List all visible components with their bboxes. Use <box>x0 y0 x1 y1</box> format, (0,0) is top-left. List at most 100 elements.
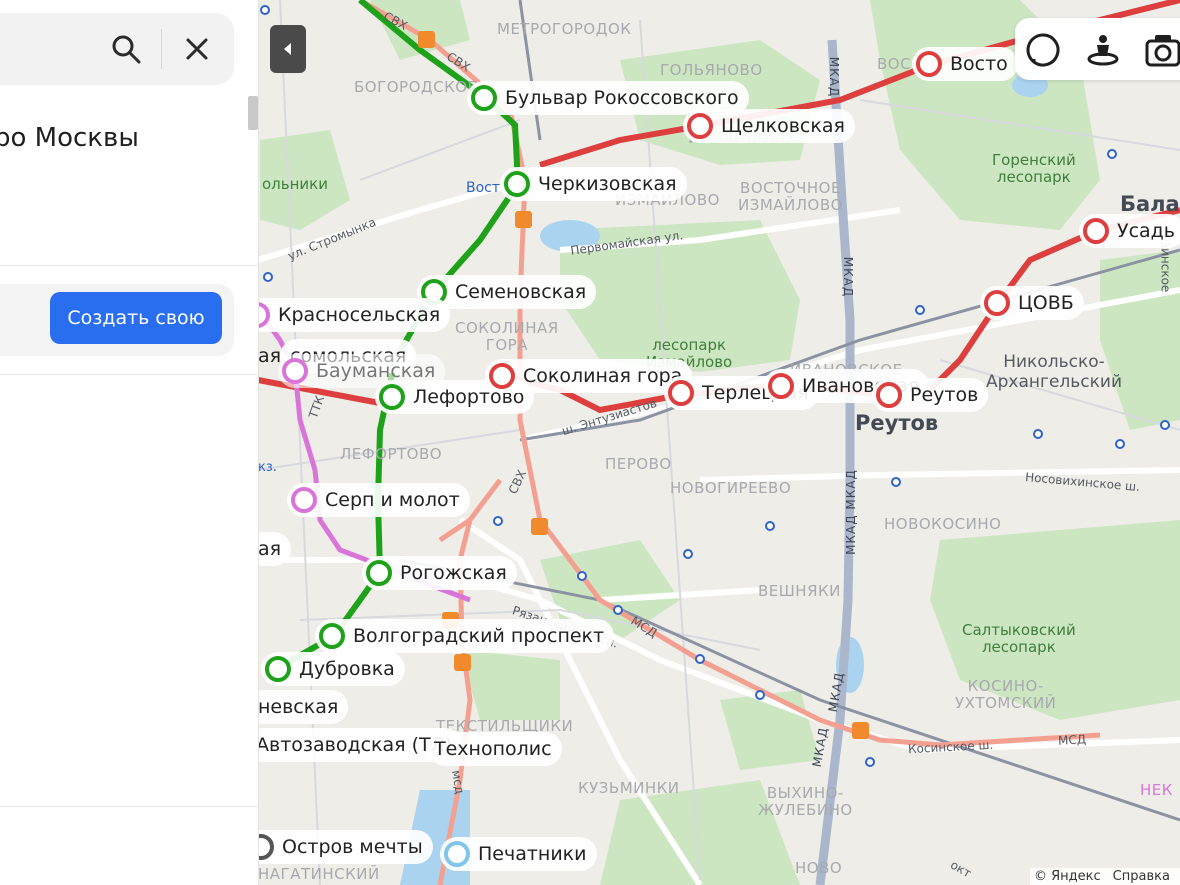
station-label: Восто <box>950 53 1008 75</box>
station-ring-icon <box>282 358 308 384</box>
district-label: МЕТРОГОРОДОК <box>497 20 632 38</box>
station-label: Дубровка <box>299 658 395 680</box>
sidebar-scrollbar[interactable] <box>248 96 258 130</box>
district-label: БОГОРОДСКОЕ <box>354 78 478 96</box>
station-label: Рогожская <box>400 562 507 584</box>
station-volgogradsky-prospekt[interactable]: Волгоградский проспект <box>315 619 615 653</box>
station-rogozhskaya[interactable]: Рогожская <box>362 556 517 590</box>
station-sokolinaya-gora[interactable]: Соколиная гора <box>485 359 693 393</box>
district-label: НАГАТИНСКИЙ <box>258 865 380 883</box>
town-label: Никольско- Архангельский <box>986 352 1122 392</box>
collapse-sidebar-button[interactable] <box>270 25 306 73</box>
district-label: КОСИНО- УХТОМСКИЙ <box>955 677 1057 712</box>
station-label: Волгоградский проспект <box>353 625 605 647</box>
station-label: Семеновская <box>455 281 587 303</box>
station-label: Серп и молот <box>325 489 460 511</box>
mkad-label: МКАД <box>841 256 856 298</box>
station-label: Черкизовская <box>538 173 677 195</box>
chevron-left-icon <box>284 43 291 55</box>
station-tsovb[interactable]: ЦОВБ <box>980 286 1084 320</box>
station-ring-icon <box>444 841 470 867</box>
copyright-link[interactable]: © Яндекс <box>1034 869 1101 884</box>
district-label: НОВОКОСИНО <box>884 515 1002 533</box>
station-label: невская <box>258 696 339 718</box>
station-ring-icon <box>291 487 317 513</box>
station-vostochnaya[interactable]: Восто <box>912 47 1018 81</box>
station-cherkizovskaya[interactable]: Черкизовская <box>500 167 687 201</box>
station-label: Бауманская <box>316 360 436 382</box>
city-label: Реутов <box>855 411 939 435</box>
station-label: ая <box>258 538 282 560</box>
station-krasnoselskaya[interactable]: Красносельская <box>240 298 451 332</box>
street-label: кз. <box>258 460 277 475</box>
divider <box>0 374 258 375</box>
search-bar[interactable] <box>0 13 234 85</box>
station-ring-icon <box>876 382 902 408</box>
district-label: НОВО <box>795 859 843 877</box>
map-attribution: © Яндекс Справка <box>1030 868 1180 885</box>
station-ring-icon <box>265 656 291 682</box>
station-pechatniki[interactable]: Печатники <box>440 837 597 871</box>
street-label: зинское <box>1158 241 1173 293</box>
station-label: ая <box>258 345 282 367</box>
station-ring-icon <box>504 171 530 197</box>
station-ring-icon <box>489 363 515 389</box>
photo-camera-icon[interactable] <box>1145 32 1180 68</box>
create-own-button[interactable]: Создать свою <box>50 292 222 344</box>
district-label: ВОСТОЧНОЕ ИЗМАЙЛОВО <box>738 179 843 214</box>
divider <box>0 265 258 266</box>
panorama-person-icon[interactable] <box>1085 32 1121 68</box>
station-ring-icon <box>687 113 713 139</box>
station-tekhnopolis[interactable]: Технополис <box>428 732 562 766</box>
district-label: ПЕРОВО <box>605 455 672 473</box>
sidebar-panel: ро Москвы Создать свою <box>0 0 259 885</box>
divider <box>0 806 258 807</box>
station-label: Автозаводская (ТЛ) <box>256 734 453 756</box>
station-ring-icon <box>916 51 942 77</box>
station-ostrov-mechty[interactable]: Остров мечты <box>244 830 433 864</box>
district-label: ГОЛЬЯНОВО <box>660 61 763 79</box>
station-ring-icon <box>471 85 497 111</box>
street-label: Вост <box>466 180 501 196</box>
search-divider <box>161 29 162 69</box>
mkad-label: МКАД МКАД <box>843 469 858 555</box>
district-label: НЕК <box>1140 781 1173 799</box>
close-icon[interactable] <box>184 36 210 62</box>
station-label: Усадь <box>1117 220 1176 242</box>
station-ring-icon <box>319 623 345 649</box>
park-label: Горенский лесопарк <box>992 151 1076 186</box>
station-nevskaya[interactable]: невская <box>246 690 349 724</box>
station-ring-icon <box>984 290 1010 316</box>
traffic-layer-icon[interactable] <box>1025 32 1061 68</box>
station-reutov[interactable]: Реутов <box>872 378 989 412</box>
station-ring-icon <box>668 380 694 406</box>
street-label: МСД <box>1057 732 1087 748</box>
mkad-label: МКАД <box>827 56 842 98</box>
station-ring-icon <box>768 373 794 399</box>
city-label: Бала <box>1120 192 1180 216</box>
station-label: Соколиная гора <box>523 365 683 387</box>
district-label: СОКОЛИНАЯ ГОРА <box>455 319 559 354</box>
search-icon[interactable] <box>110 33 142 65</box>
park-label: Салтыковский лесопарк <box>962 621 1076 656</box>
station-shchelkovskaya[interactable]: Щелковская <box>683 109 855 143</box>
station-label: Щелковская <box>721 115 845 137</box>
district-label: НОВОГИРЕЕВО <box>670 479 792 497</box>
help-link[interactable]: Справка <box>1113 869 1170 884</box>
district-label: ЛЕФОРТОВО <box>340 445 443 463</box>
station-dubrovka[interactable]: Дубровка <box>261 652 405 686</box>
sidebar-title: ро Москвы <box>0 123 139 153</box>
station-label: Реутов <box>910 384 979 406</box>
station-ring-icon <box>1083 218 1109 244</box>
station-serp-i-molot[interactable]: Серп и молот <box>287 483 470 517</box>
district-label: ВЕШНЯКИ <box>758 582 841 600</box>
map-toolbar <box>1015 18 1180 80</box>
district-label: ольники <box>262 175 328 193</box>
station-label: Технополис <box>434 738 552 760</box>
district-label: ВЫХИНО- ЖУЛЕБИНО <box>758 784 853 819</box>
station-label: Остров мечты <box>282 836 423 858</box>
station-usadba[interactable]: Усадь <box>1079 214 1180 248</box>
station-label: Бульвар Рокоссовского <box>505 87 739 109</box>
station-label: ЦОВБ <box>1018 292 1074 314</box>
station-label: Красносельская <box>278 304 441 326</box>
